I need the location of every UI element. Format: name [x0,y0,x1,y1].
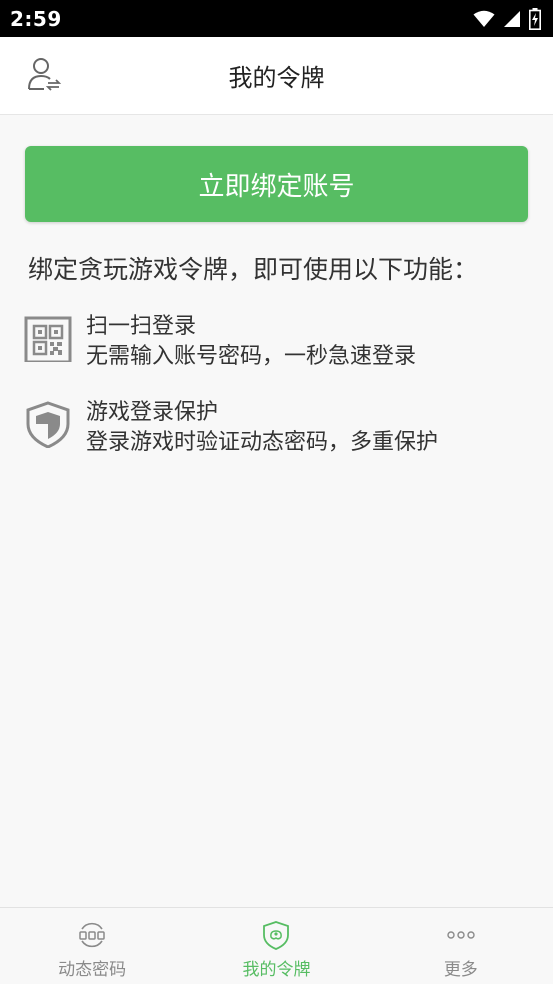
more-dots-icon [447,931,475,939]
nav-item-more[interactable]: 更多 [369,908,553,984]
status-time: 2:59 [10,6,62,31]
feature-scan-login: 扫一扫登录 无需输入账号密码，一秒急速登录 [24,312,416,372]
feature-text: 扫一扫登录 无需输入账号密码，一秒急速登录 [86,312,416,372]
user-switch-icon [28,58,62,91]
signal-icon [504,10,520,27]
shield-icon [26,401,70,448]
app-bar: 我的令牌 [0,37,553,115]
battery-charging-icon [529,7,541,30]
qr-code-icon [24,316,72,362]
nav-label: 更多 [443,960,478,980]
feature-description: 无需输入账号密码，一秒急速登录 [86,344,417,369]
status-bar: 2:59 [0,0,553,37]
status-icons [473,7,541,30]
feature-description: 登录游戏时验证动态密码，多重保护 [86,430,439,455]
feature-title: 扫一扫登录 [86,314,197,339]
page-title: 我的令牌 [228,64,325,92]
nav-label: 我的令牌 [242,960,311,980]
my-token-shield-icon [263,921,290,950]
user-switch-button[interactable] [24,55,64,95]
feature-title: 游戏登录保护 [86,400,219,425]
nav-label: 动态密码 [58,960,127,980]
wifi-icon [473,10,495,27]
bottom-nav: 动态密码 我的令牌 更多 [0,907,553,984]
bind-account-button[interactable]: 立即绑定账号 [25,146,528,222]
feature-login-protection: 游戏登录保护 登录游戏时验证动态密码，多重保护 [24,398,438,458]
dynamic-password-icon [79,922,105,948]
intro-text: 绑定贪玩游戏令牌，即可使用以下功能： [28,255,479,284]
nav-item-my-token[interactable]: 我的令牌 [184,908,368,984]
nav-item-dynamic-password[interactable]: 动态密码 [0,908,184,984]
feature-text: 游戏登录保护 登录游戏时验证动态密码，多重保护 [86,398,438,458]
